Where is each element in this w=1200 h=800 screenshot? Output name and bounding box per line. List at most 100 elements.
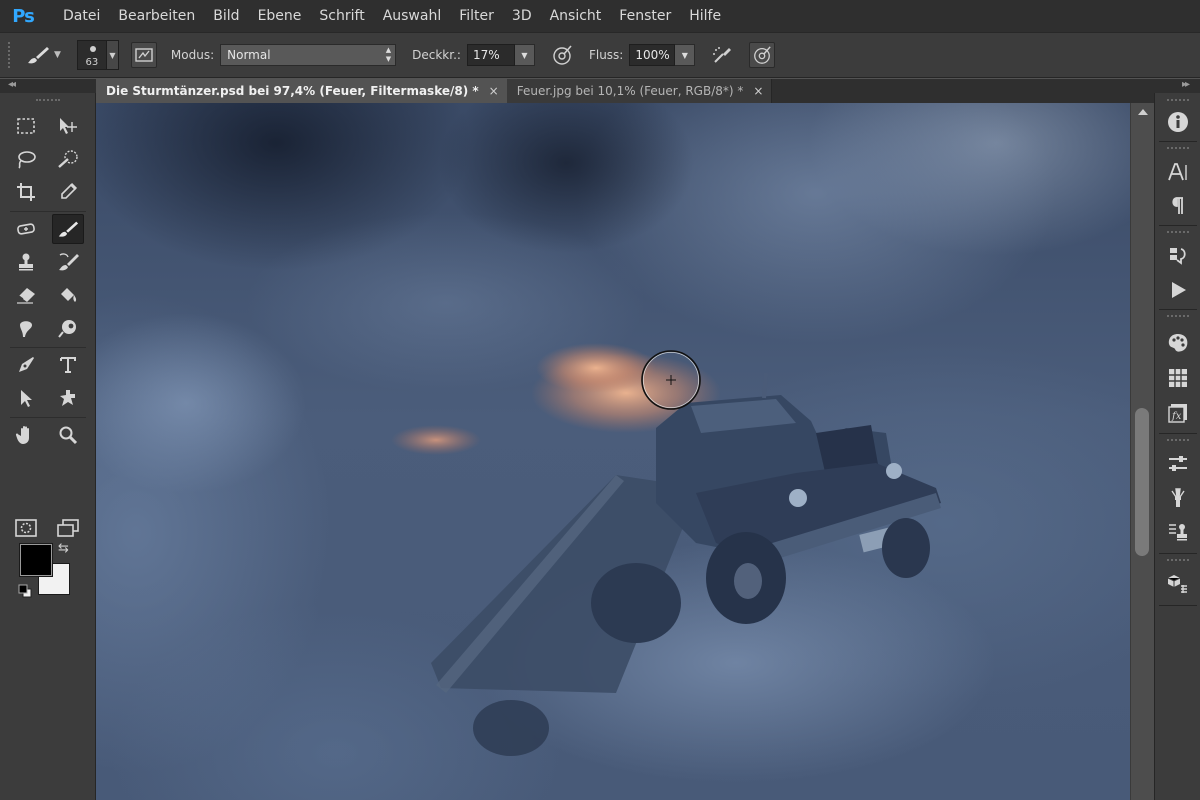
fire-glow xyxy=(391,425,481,455)
actions-panel-button[interactable] xyxy=(1165,277,1191,303)
dock-grip[interactable] xyxy=(1167,439,1189,442)
quick-mask-button[interactable] xyxy=(10,513,42,543)
expand-arrows-icon: ▸▸ xyxy=(1182,79,1190,90)
menu-ansicht[interactable]: Ansicht xyxy=(541,0,611,32)
document-canvas[interactable] xyxy=(96,103,1130,800)
character-icon xyxy=(1168,163,1187,181)
brush-size-picker[interactable]: 63 xyxy=(76,40,107,70)
brush-tool[interactable] xyxy=(52,214,84,244)
document-tab-sturmtaenzer[interactable]: Die Sturmtänzer.psd bei 97,4% (Feuer, Fi… xyxy=(96,79,507,103)
lasso-tool[interactable] xyxy=(10,144,42,174)
dock-grip[interactable] xyxy=(1167,231,1189,234)
opacity-slider-toggle[interactable]: ▼ xyxy=(514,44,535,66)
airbrush-button[interactable] xyxy=(709,42,735,68)
color-panel-button[interactable] xyxy=(1165,330,1191,356)
flow-slider-toggle[interactable]: ▼ xyxy=(675,44,696,66)
type-tool[interactable] xyxy=(52,350,84,380)
color-icon xyxy=(1168,334,1188,352)
close-icon[interactable]: × xyxy=(753,84,763,98)
exhaust-stack xyxy=(762,372,768,399)
paragraph-panel-button[interactable] xyxy=(1165,193,1191,219)
history-panel-button[interactable] xyxy=(1165,243,1191,269)
document-tab-feuer[interactable]: Feuer.jpg bei 10,1% (Feuer, RGB/8*) * × xyxy=(506,79,773,103)
tool-separator xyxy=(10,211,86,212)
tool-preset-picker[interactable]: ▼ xyxy=(26,45,61,65)
default-colors-icon xyxy=(18,584,32,598)
menu-datei[interactable]: Datei xyxy=(54,0,109,32)
options-bar: ▼ 63 ▼ Modus: Normal ▲ ▼ Deckkr.: 17% ▼ F… xyxy=(0,32,1200,78)
character-panel-button[interactable] xyxy=(1165,159,1191,185)
custom-shape-tool[interactable] xyxy=(52,383,84,413)
stamp-icon xyxy=(19,253,33,271)
mode-select[interactable]: Normal ▲ ▼ xyxy=(220,44,397,66)
scrollbar-thumb[interactable] xyxy=(1135,408,1149,556)
close-icon[interactable]: × xyxy=(489,84,499,98)
dock-collapse-strip[interactable]: ▸▸ xyxy=(1154,79,1200,93)
menu-schrift[interactable]: Schrift xyxy=(310,0,373,32)
hand-icon xyxy=(15,425,29,444)
adjustments-panel-button[interactable] xyxy=(1165,451,1191,477)
eraser-tool[interactable] xyxy=(10,280,42,310)
marquee-tool[interactable] xyxy=(10,111,42,141)
dock-grip[interactable] xyxy=(1167,99,1189,102)
move-tool[interactable] xyxy=(52,111,84,141)
options-bar-grip[interactable] xyxy=(8,42,14,68)
pen-tool[interactable] xyxy=(10,350,42,380)
brush-size-dropdown[interactable]: ▼ xyxy=(106,40,119,70)
3d-panel-button[interactable] xyxy=(1165,571,1191,597)
flow-input[interactable]: 100% xyxy=(629,44,676,66)
menu-hilfe[interactable]: Hilfe xyxy=(680,0,730,32)
menu-ebene[interactable]: Ebene xyxy=(249,0,311,32)
info-panel-button[interactable] xyxy=(1165,109,1191,135)
brush-panel-icon xyxy=(135,48,153,62)
vertical-scrollbar[interactable] xyxy=(1130,103,1154,800)
path-selection-tool[interactable] xyxy=(10,383,42,413)
chevron-down-icon: ▼ xyxy=(54,50,61,60)
scroll-up-icon[interactable] xyxy=(1138,109,1148,115)
opacity-input[interactable]: 17% xyxy=(466,44,515,66)
brush-presets-panel-button[interactable] xyxy=(1165,485,1191,511)
tools-panel-grip[interactable] xyxy=(36,99,60,103)
hand-tool[interactable] xyxy=(10,420,42,450)
blur-tool[interactable] xyxy=(10,313,42,343)
menu-filter[interactable]: Filter xyxy=(450,0,503,32)
toolbar-collapse-strip[interactable]: ◂◂ xyxy=(0,79,96,93)
healing-brush-tool[interactable] xyxy=(10,214,42,244)
menu-auswahl[interactable]: Auswahl xyxy=(374,0,451,32)
menu-bearbeiten[interactable]: Bearbeiten xyxy=(109,0,204,32)
dock-grip[interactable] xyxy=(1167,147,1189,150)
menu-bar: Ps Datei Bearbeiten Bild Ebene Schrift A… xyxy=(0,0,1200,32)
quick-selection-tool[interactable] xyxy=(52,144,84,174)
screen-mode-icon xyxy=(57,519,79,537)
zoom-tool[interactable] xyxy=(52,420,84,450)
clone-source-panel-button[interactable] xyxy=(1165,519,1191,545)
dock-separator xyxy=(1159,225,1197,226)
document-tab-bar: Die Sturmtänzer.psd bei 97,4% (Feuer, Fi… xyxy=(96,79,1154,103)
styles-panel-button[interactable]: fx xyxy=(1165,400,1191,426)
styles-icon: fx xyxy=(1168,404,1187,423)
paragraph-icon xyxy=(1172,197,1183,214)
crop-tool[interactable] xyxy=(10,177,42,207)
dock-grip[interactable] xyxy=(1167,559,1189,562)
brush-size-value: 63 xyxy=(85,57,99,68)
menu-bild[interactable]: Bild xyxy=(204,0,248,32)
eyedropper-tool[interactable] xyxy=(52,177,84,207)
brush-panel-toggle[interactable] xyxy=(130,42,157,68)
zoom-icon xyxy=(59,426,78,445)
menu-fenster[interactable]: Fenster xyxy=(610,0,680,32)
screen-mode-button[interactable] xyxy=(52,513,84,543)
swatches-panel-button[interactable] xyxy=(1165,365,1191,391)
history-brush-tool[interactable] xyxy=(52,247,84,277)
default-colors-button[interactable] xyxy=(18,583,32,602)
foreground-color-swatch[interactable] xyxy=(19,543,53,577)
menu-3d[interactable]: 3D xyxy=(503,0,541,32)
marquee-icon xyxy=(17,118,35,134)
pressure-opacity-button[interactable] xyxy=(549,42,575,68)
brush-icon xyxy=(28,47,49,64)
swap-colors-icon[interactable]: ⇆ xyxy=(58,541,69,556)
pressure-size-button[interactable] xyxy=(749,42,776,68)
clone-stamp-tool[interactable] xyxy=(10,247,42,277)
paint-bucket-tool[interactable] xyxy=(52,280,84,310)
dodge-tool[interactable] xyxy=(52,313,84,343)
dock-grip[interactable] xyxy=(1167,315,1189,318)
